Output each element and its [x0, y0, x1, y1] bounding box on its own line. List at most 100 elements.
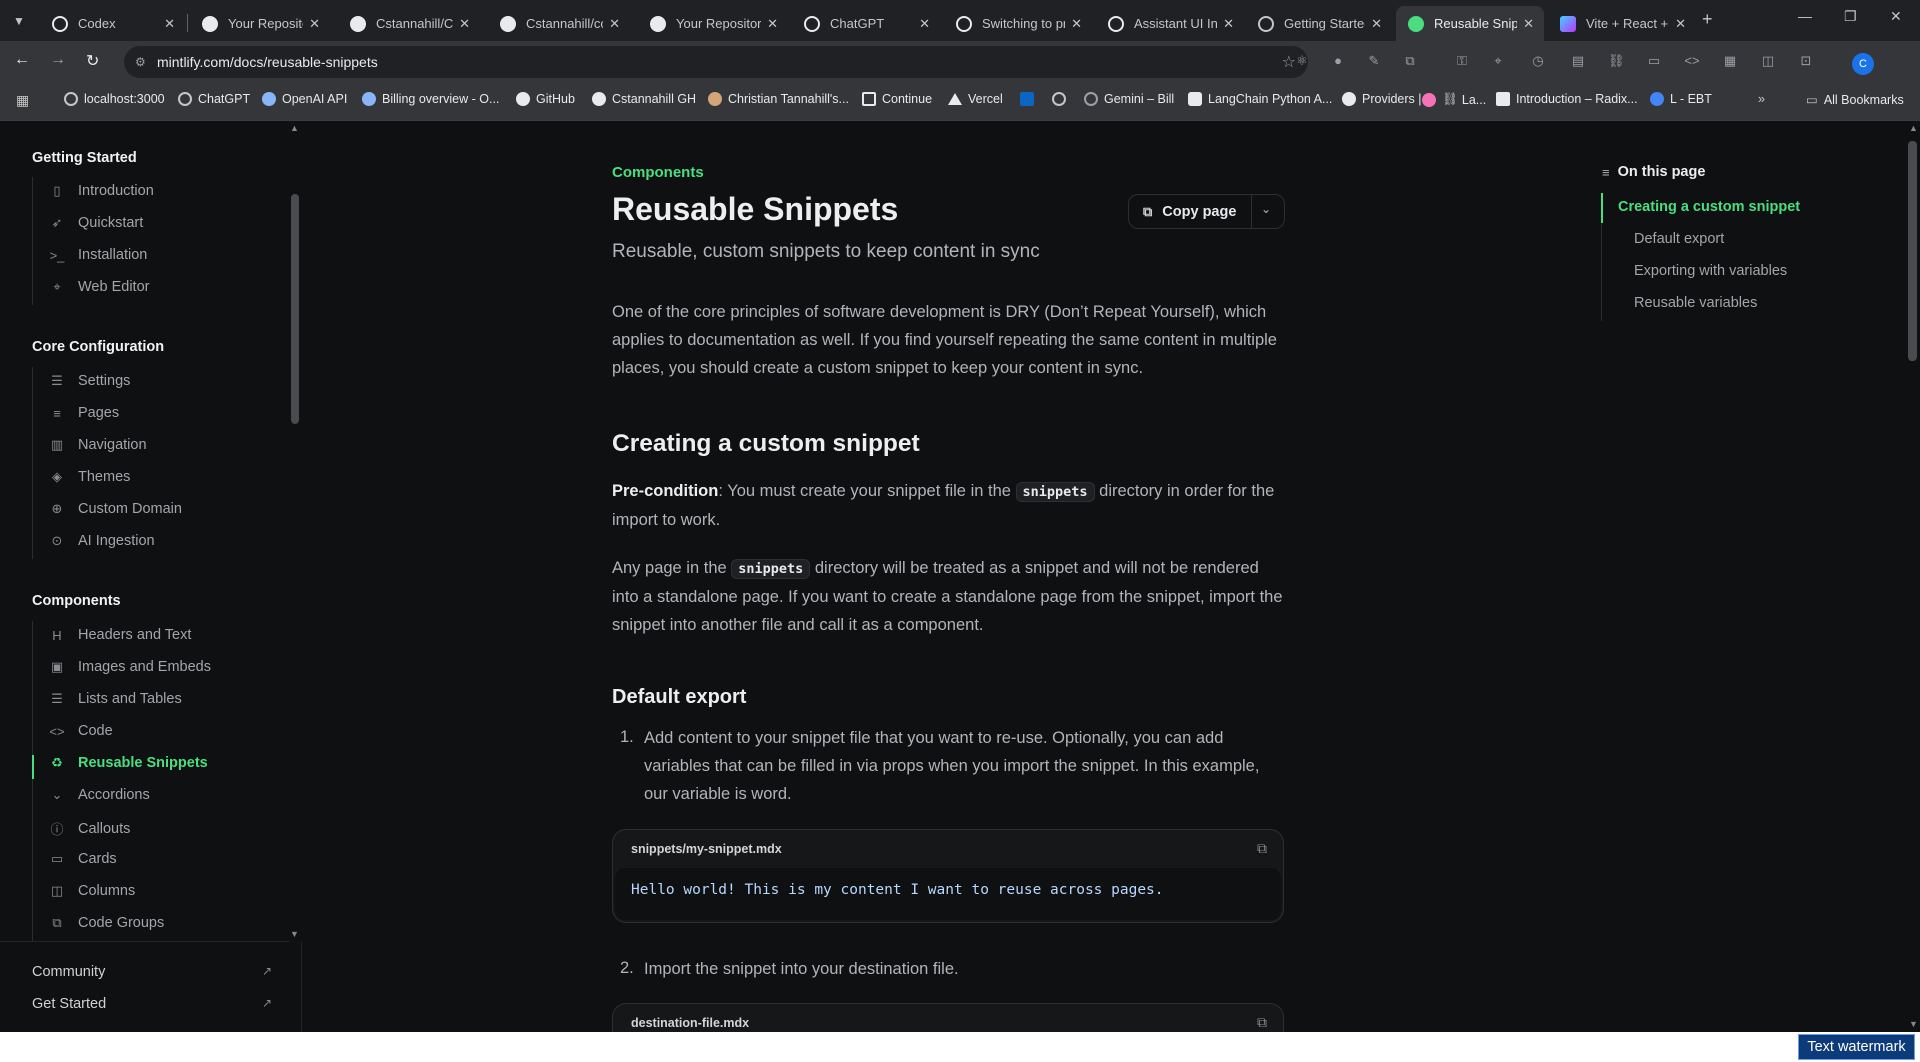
- scroll-up-arrow-icon[interactable]: ▲: [290, 123, 299, 133]
- close-window-icon[interactable]: ✕: [1890, 8, 1902, 25]
- restore-icon[interactable]: ❐: [1844, 8, 1857, 25]
- sidebar-item-themes[interactable]: ◈ Themes: [48, 469, 130, 485]
- bookmark-cstannahill-gh[interactable]: Cstannahill GH: [592, 92, 696, 106]
- extensions-puzzle-icon[interactable]: ⧉: [1402, 53, 1418, 69]
- apps-icon[interactable]: ▦: [16, 92, 29, 109]
- close-tab-icon[interactable]: ✕: [1523, 16, 1534, 32]
- main-scroll-thumb[interactable]: [1908, 141, 1917, 361]
- address-url[interactable]: mintlify.com/docs/reusable-snippets: [157, 54, 378, 70]
- address-bar[interactable]: ⚙ mintlify.com/docs/reusable-snippets ☆: [124, 46, 1308, 78]
- sidebar-item-images-and-embeds[interactable]: ▣ Images and Embeds: [48, 659, 211, 675]
- close-tab-icon[interactable]: ✕: [459, 16, 470, 32]
- link-icon[interactable]: ⛓: [1608, 53, 1625, 69]
- scroll-down-arrow-icon[interactable]: ▼: [290, 929, 299, 939]
- sidebar-item-headers-and-text[interactable]: H Headers and Text: [48, 627, 191, 643]
- bookmark-globe[interactable]: [1052, 92, 1066, 106]
- copy-code-icon[interactable]: ⧉: [1257, 840, 1267, 857]
- scroll-up-arrow-icon[interactable]: ▲: [1909, 123, 1918, 133]
- sidebar-item-web-editor[interactable]: ⌖ Web Editor: [48, 279, 149, 295]
- toc-item-exporting-with-variables[interactable]: Exporting with variables: [1634, 263, 1787, 279]
- side-panel-icon[interactable]: ◫: [1760, 53, 1776, 69]
- tab-getting-started[interactable]: Getting Started ✕: [1246, 6, 1392, 41]
- tab-codex[interactable]: Codex ✕: [40, 6, 185, 41]
- tab-search-icon[interactable]: ▼: [6, 8, 32, 34]
- site-info-icon[interactable]: ⚙: [135, 55, 146, 69]
- sidebar-item-accordions[interactable]: ⌄ Accordions: [48, 787, 150, 803]
- sidebar-item-code-groups[interactable]: ⧉ Code Groups: [48, 915, 164, 931]
- all-bookmarks[interactable]: ▭ All Bookmarks: [1806, 92, 1904, 108]
- close-tab-icon[interactable]: ✕: [1371, 16, 1382, 32]
- devtools-code-icon[interactable]: <>: [1684, 53, 1700, 69]
- bookmark-github[interactable]: GitHub: [516, 92, 575, 106]
- forward-icon[interactable]: →: [50, 51, 66, 69]
- toc-item-creating-custom-snippet[interactable]: Creating a custom snippet: [1618, 199, 1800, 215]
- copy-page-button[interactable]: ⧉ Copy page ⌄: [1128, 194, 1285, 229]
- sidebar-item-code[interactable]: <> Code: [48, 723, 112, 739]
- bookmark-ebt[interactable]: L - EBT: [1650, 92, 1712, 106]
- tab-cstannahill-1[interactable]: Cstannahill/Co ✕: [338, 6, 480, 41]
- close-tab-icon[interactable]: ✕: [609, 16, 620, 32]
- extension-icon[interactable]: ✎: [1366, 53, 1382, 69]
- tab-reusable-snippets[interactable]: Reusable Snippets ✕: [1396, 6, 1544, 41]
- tab-vite-react[interactable]: Vite + React + ✕: [1548, 6, 1696, 41]
- extension-icon[interactable]: ●: [1330, 53, 1346, 69]
- toc-item-default-export[interactable]: Default export: [1634, 231, 1724, 247]
- tab-repositories[interactable]: Your Repositories ✕: [190, 6, 330, 41]
- bookmark-radix[interactable]: Introduction – Radix...: [1496, 92, 1638, 106]
- location-icon[interactable]: ⌖: [1490, 53, 1506, 69]
- bookmark-billing[interactable]: Billing overview - O...: [362, 92, 499, 106]
- close-tab-icon[interactable]: ✕: [309, 16, 320, 32]
- cast-icon[interactable]: ▭: [1646, 53, 1662, 69]
- sidebar-item-reusable-snippets[interactable]: ♻ Reusable Snippets: [48, 755, 208, 771]
- close-tab-icon[interactable]: ✕: [1675, 16, 1686, 32]
- close-tab-icon[interactable]: ✕: [767, 16, 778, 32]
- tab-assistant-ui[interactable]: Assistant UI Int ✕: [1096, 6, 1244, 41]
- close-tab-icon[interactable]: ✕: [1071, 16, 1082, 32]
- chevron-down-icon[interactable]: ⌄: [1261, 202, 1271, 216]
- bookmark-vercel[interactable]: Vercel: [948, 92, 1003, 106]
- bookmark-langchain[interactable]: LangChain Python A...: [1188, 92, 1332, 106]
- close-tab-icon[interactable]: ✕: [164, 16, 175, 32]
- sidebar-footer-get-started[interactable]: Get Started ↗: [32, 996, 272, 1012]
- sidebar-item-custom-domain[interactable]: ⊕ Custom Domain: [48, 501, 182, 517]
- bookmark-continue[interactable]: Continue: [862, 92, 932, 106]
- bookmark-linkedin[interactable]: [1020, 92, 1034, 106]
- sidebar-item-cards[interactable]: ▭ Cards: [48, 851, 117, 867]
- bookmark-gemini[interactable]: Gemini – Bill: [1084, 92, 1174, 106]
- sidebar-item-quickstart[interactable]: ➶ Quickstart: [48, 215, 144, 231]
- sidebar-item-installation[interactable]: >_ Installation: [48, 247, 148, 263]
- bookmarks-overflow-icon[interactable]: »: [1758, 92, 1765, 106]
- back-icon[interactable]: ←: [14, 51, 30, 69]
- sidebar-item-navigation[interactable]: ▥ Navigation: [48, 437, 147, 453]
- profile-avatar[interactable]: C: [1852, 53, 1874, 75]
- sidebar-item-ai-ingestion[interactable]: ⊙ AI Ingestion: [48, 533, 155, 549]
- sidebar-item-lists-and-tables[interactable]: ☰ Lists and Tables: [48, 691, 182, 707]
- bookmark-la[interactable]: ⛓ La...: [1422, 92, 1486, 107]
- screenshot-icon[interactable]: ⊡: [1798, 53, 1814, 69]
- reading-list-icon[interactable]: ▤: [1570, 53, 1586, 69]
- close-tab-icon[interactable]: ✕: [1223, 16, 1234, 32]
- copy-code-icon[interactable]: ⧉: [1257, 1014, 1267, 1031]
- sidebar-item-columns[interactable]: ◫ Columns: [48, 883, 135, 899]
- tab-switching[interactable]: Switching to pr ✕: [944, 6, 1092, 41]
- sidebar-item-pages[interactable]: ≡ Pages: [48, 405, 119, 421]
- tab-chatgpt[interactable]: ChatGPT ✕: [792, 6, 940, 41]
- tab-repositories-2[interactable]: Your Repositories ✕: [638, 6, 788, 41]
- sidebar-item-introduction[interactable]: ▯ Introduction: [48, 183, 153, 199]
- bookmark-providers[interactable]: Providers |: [1342, 92, 1422, 106]
- bookmark-christian[interactable]: Christian Tannahill's...: [708, 92, 849, 106]
- password-key-icon[interactable]: ⚿: [1454, 53, 1470, 69]
- bookmark-localhost[interactable]: localhost:3000: [64, 92, 165, 106]
- apps-grid-icon[interactable]: ▦: [1722, 53, 1738, 69]
- react-devtools-icon[interactable]: ⚛: [1294, 53, 1310, 69]
- bookmark-chatgpt[interactable]: ChatGPT: [178, 92, 250, 106]
- sidebar-item-settings[interactable]: ☰ Settings: [48, 373, 130, 389]
- sidebar-scroll-thumb[interactable]: [291, 194, 299, 424]
- sidebar-footer-community[interactable]: Community ↗: [32, 964, 272, 980]
- history-icon[interactable]: ◷: [1530, 53, 1546, 69]
- close-tab-icon[interactable]: ✕: [919, 16, 930, 32]
- bookmark-openai-api[interactable]: OpenAI API: [262, 92, 347, 106]
- new-tab-icon[interactable]: +: [1702, 9, 1713, 30]
- toc-item-reusable-variables[interactable]: Reusable variables: [1634, 295, 1757, 311]
- minimize-icon[interactable]: —: [1798, 8, 1812, 24]
